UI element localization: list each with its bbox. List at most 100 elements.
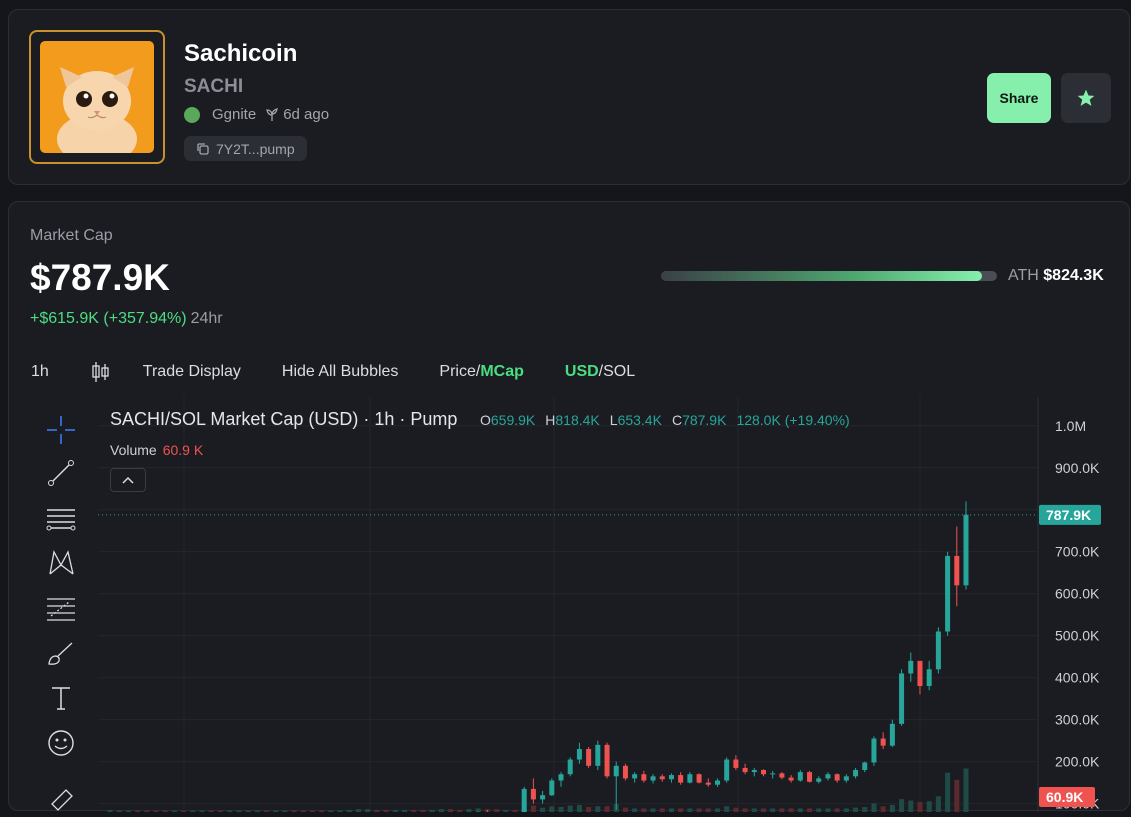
volume-bar <box>429 809 435 812</box>
volume-bar <box>383 809 389 812</box>
volume-bar <box>761 808 767 812</box>
ath-label: ATH <box>1008 267 1039 284</box>
token-age: 6d ago <box>266 106 329 123</box>
copy-icon <box>197 142 209 155</box>
market-cap-change-value: +$615.9K (+357.94%) <box>30 310 187 327</box>
volume-bar <box>263 810 269 812</box>
candle-body <box>668 775 674 780</box>
ath-progress-bar <box>661 271 997 281</box>
volume-bar <box>945 772 951 812</box>
volume-bar <box>641 808 647 812</box>
volume-bar <box>807 808 813 812</box>
candle-body <box>650 776 656 781</box>
pattern-tool[interactable] <box>45 547 77 579</box>
candlestick-chart: 1.0M900.0K800.0K700.0K600.0K500.0K400.0K… <box>98 397 1101 817</box>
volume-bar <box>705 808 711 812</box>
volume-bar <box>254 810 260 812</box>
candle-body <box>742 767 748 773</box>
crosshair-tool[interactable] <box>45 414 77 446</box>
volume-bar <box>751 808 757 812</box>
currency-toggle[interactable]: USD/SOL <box>565 363 635 381</box>
volume-bar <box>466 809 472 812</box>
volume-bar <box>438 809 444 812</box>
market-cap-change: +$615.9K (+357.94%) 24hr <box>30 310 223 328</box>
y-tick-label: 900.0K <box>1055 460 1100 476</box>
candle-body <box>705 782 711 785</box>
candle-style-button[interactable] <box>90 360 110 384</box>
candle-body <box>613 765 619 777</box>
copy-address-button[interactable]: 7Y2T...pump <box>184 136 307 161</box>
close-value: 787.9K <box>682 412 727 428</box>
token-age-text: 6d ago <box>283 106 330 123</box>
fib-tool[interactable] <box>45 593 77 625</box>
creator-info: Ggnite 6d ago <box>184 106 329 123</box>
chart-legend: SACHI/SOL Market Cap (USD) · 1h · Pump <box>110 409 458 429</box>
crosshair-icon <box>47 416 75 444</box>
market-card: Market Cap $787.9K +$615.9K (+357.94%) 24… <box>8 201 1131 817</box>
creator-name[interactable]: Ggnite <box>212 106 256 123</box>
price-label: Price/ <box>439 363 481 380</box>
text-tool[interactable] <box>45 682 77 714</box>
open-label: O <box>480 412 491 428</box>
mcap-label: MCap <box>480 363 524 380</box>
volume-bar <box>181 810 187 812</box>
trade-display-toggle[interactable]: Trade Display <box>143 363 241 381</box>
candle-body <box>926 669 932 687</box>
collapse-legend-button[interactable] <box>110 468 146 492</box>
horizontal-lines-icon <box>46 509 76 531</box>
brush-tool[interactable] <box>45 637 77 669</box>
volume-bar <box>530 805 536 812</box>
volume-bar <box>125 810 131 812</box>
volume-bar <box>889 804 895 812</box>
sprout-icon <box>266 107 279 121</box>
candle-body <box>880 738 886 746</box>
share-button[interactable]: Share <box>987 73 1051 123</box>
volume-bar <box>678 808 684 812</box>
candle-body <box>714 780 720 785</box>
ruler-tool[interactable] <box>45 781 77 813</box>
fibonacci-icon <box>47 598 75 621</box>
candle-body <box>779 773 785 778</box>
volume-bar <box>420 809 426 812</box>
open-value: 659.9K <box>490 412 536 428</box>
candle-body <box>724 759 730 781</box>
candle-body <box>687 774 693 783</box>
ath-info: ATH $824.3K <box>1008 267 1104 285</box>
candle-body <box>659 776 665 780</box>
volume-bar <box>549 806 555 812</box>
horizontal-lines-tool[interactable] <box>45 503 77 535</box>
token-avatar <box>40 41 154 153</box>
volume-bar <box>668 808 674 812</box>
candle-body <box>641 774 647 781</box>
ath-value: $824.3K <box>1043 267 1104 284</box>
candle-body <box>945 555 951 632</box>
candle-body <box>963 514 969 586</box>
emoji-tool[interactable] <box>45 727 77 759</box>
volume-bar <box>171 810 177 812</box>
volume-bar <box>227 810 233 812</box>
volume-bar <box>319 810 325 812</box>
price-mcap-toggle[interactable]: Price/MCap <box>439 363 523 381</box>
favorite-button[interactable] <box>1061 73 1111 123</box>
volume-bar <box>604 806 610 812</box>
candle-body <box>853 770 859 777</box>
chart-area: 1.0M900.0K800.0K700.0K600.0K500.0K400.0K… <box>28 397 1131 817</box>
volume-bar <box>300 810 306 812</box>
volume-bar <box>245 810 251 812</box>
hide-bubbles-toggle[interactable]: Hide All Bubbles <box>282 363 399 381</box>
candle-body <box>751 770 757 773</box>
volume-bar <box>346 809 352 812</box>
volume-bar <box>880 806 886 812</box>
creator-avatar <box>184 106 200 123</box>
interval-selector[interactable]: 1h <box>31 363 49 381</box>
trend-line-tool[interactable] <box>45 457 77 489</box>
volume-bar <box>107 809 113 812</box>
change-period: 24hr <box>190 310 223 327</box>
volume-bar <box>558 807 564 812</box>
price-chart[interactable]: 1.0M900.0K800.0K700.0K600.0K500.0K400.0K… <box>98 397 1131 817</box>
volume-bar <box>356 809 362 812</box>
volume-bar <box>217 810 223 812</box>
volume-bar <box>392 809 398 812</box>
candle-body <box>604 744 610 777</box>
candle-body <box>733 759 739 768</box>
